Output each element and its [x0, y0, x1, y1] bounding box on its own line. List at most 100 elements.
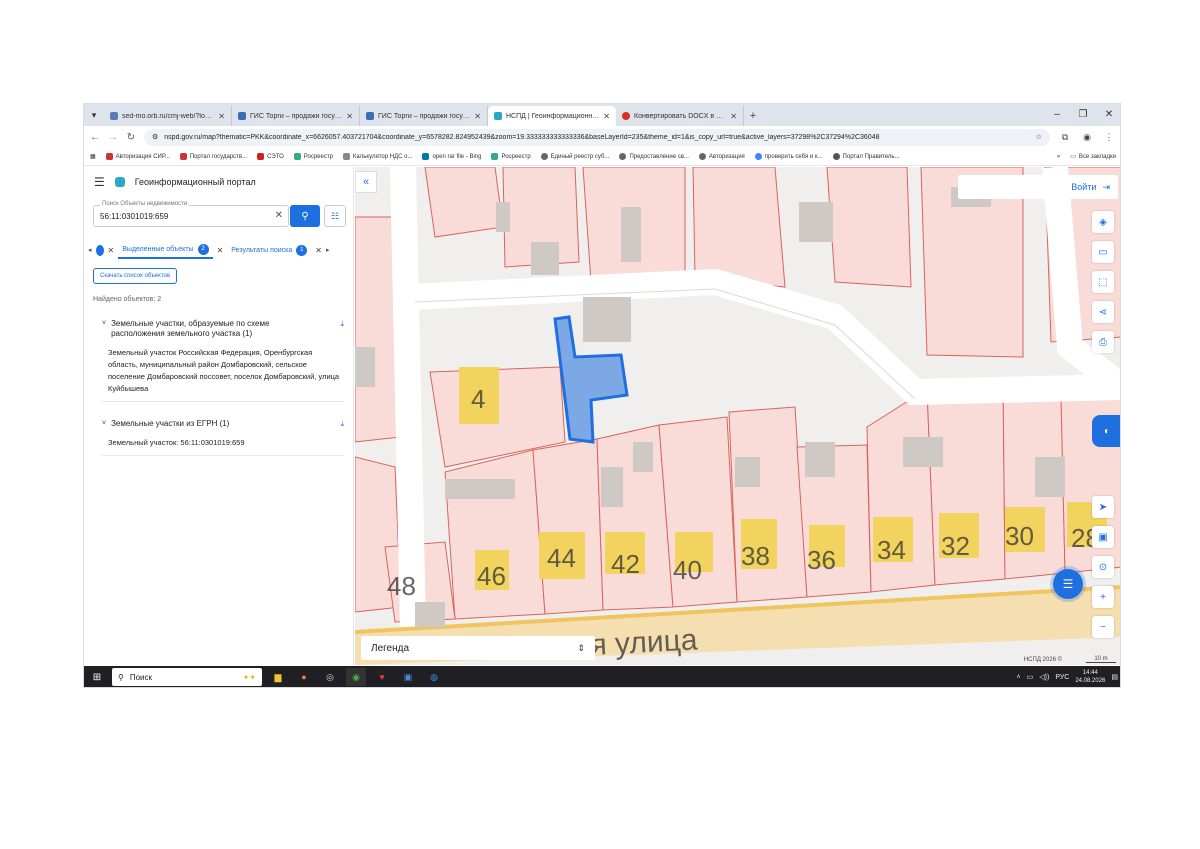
bookmark[interactable]: open rar file - Bing: [422, 153, 481, 160]
search-field[interactable]: Поиск Объекты недвижимости ✕: [93, 201, 289, 227]
chevron-down-icon[interactable]: ˅: [102, 419, 106, 429]
close-icon[interactable]: ✕: [346, 112, 353, 121]
zoom-in-button[interactable]: +: [1092, 586, 1114, 608]
chevron-up-icon[interactable]: ˄: [1017, 674, 1021, 681]
extensions-icon[interactable]: ⧉: [1058, 132, 1072, 143]
download-icon[interactable]: ⤓: [340, 419, 344, 429]
minimize-icon[interactable]: –: [1044, 104, 1070, 126]
taskbar-search[interactable]: ⚲ Поиск ✦✦: [112, 668, 262, 686]
new-tab-button[interactable]: +: [744, 106, 762, 126]
close-icon[interactable]: ✕: [217, 246, 224, 255]
bookmark[interactable]: Авторизация СИР...: [105, 153, 170, 160]
minimap-button[interactable]: ▣: [1092, 526, 1114, 548]
app-c-icon[interactable]: ◎: [320, 668, 340, 686]
legend-selector[interactable]: Легенда ⇕: [361, 636, 595, 660]
close-icon[interactable]: ✕: [603, 112, 610, 121]
map-canvas[interactable]: 4 44 42 40 38 36 34 32 30 28 46 48 я ули…: [355, 167, 1121, 665]
language-indicator[interactable]: РУС: [1055, 674, 1069, 681]
hamburger-menu-icon[interactable]: ☰: [94, 175, 105, 189]
geolocation-button[interactable]: ⊙: [1092, 556, 1114, 578]
chevron-down-icon[interactable]: ˅: [102, 319, 106, 339]
browser-tab[interactable]: sed-mo.orb.ru/cmj-web/?locale ✕: [104, 106, 232, 126]
list-item[interactable]: Земельный участок: 56:11:0301019:659: [102, 437, 344, 456]
scroll-left-icon[interactable]: ◂: [88, 246, 92, 254]
menu-icon[interactable]: ⋮: [1102, 132, 1116, 143]
close-icon[interactable]: ✕: [474, 112, 481, 121]
filter-button[interactable]: ☷: [324, 205, 346, 227]
app-blue-icon[interactable]: ▣: [398, 668, 418, 686]
list-item[interactable]: Земельный участок Российская Федерация, …: [102, 347, 344, 402]
parcel[interactable]: [444, 449, 546, 620]
search-button[interactable]: ⚲: [290, 205, 320, 227]
ruler-button[interactable]: ▭: [1092, 241, 1114, 263]
parcel[interactable]: [424, 167, 504, 238]
browser-tab-active[interactable]: НСПД | Геоинформационный ✕: [488, 106, 616, 126]
close-icon[interactable]: ✕: [218, 112, 225, 121]
group-header[interactable]: ˅ Земельные участки, образуемые по схеме…: [102, 319, 344, 339]
all-bookmarks[interactable]: ▭ Все закладки: [1070, 153, 1116, 161]
app-round-icon[interactable]: ◍: [424, 668, 444, 686]
browser-tab[interactable]: Конвертировать DOCX в JPG ✕: [616, 106, 744, 126]
browser-tab[interactable]: ГИС Торги – продажи государ ✕: [360, 106, 488, 126]
firefox-icon[interactable]: ●: [294, 668, 314, 686]
close-window-icon[interactable]: ✕: [1096, 104, 1120, 126]
download-list-button[interactable]: Скачать список объектов: [93, 268, 178, 284]
share-button[interactable]: ⋖: [1092, 301, 1114, 323]
network-icon[interactable]: ▭: [1027, 673, 1034, 681]
app-red-icon[interactable]: ♥: [372, 668, 392, 686]
bookmark[interactable]: Калькулятор НДС о...: [342, 153, 412, 160]
restore-icon[interactable]: ❐: [1070, 104, 1096, 126]
scroll-right-icon[interactable]: ▸: [326, 246, 330, 254]
close-icon[interactable]: ✕: [730, 112, 737, 121]
bookmark[interactable]: Портал государств...: [179, 153, 247, 160]
windows-start-icon[interactable]: ⊞: [88, 668, 106, 686]
bookmark[interactable]: Единый реестр суб...: [540, 153, 609, 160]
star-icon[interactable]: ☆: [1036, 133, 1042, 141]
forward-icon[interactable]: →: [108, 132, 118, 143]
browser-tab[interactable]: ГИС Торги – продажи государ ✕: [232, 106, 360, 126]
tab-search-results[interactable]: Результаты поиска 1: [227, 241, 311, 259]
bookmark[interactable]: Предоставление св...: [619, 153, 689, 160]
previous-tab-badge[interactable]: [95, 244, 104, 256]
clock[interactable]: 14:44 24.08.2026: [1075, 669, 1105, 685]
site-info-icon[interactable]: ⚙: [152, 133, 158, 141]
tab-selected-objects[interactable]: Выделенные объекты 2: [118, 241, 213, 259]
search-input[interactable]: [100, 212, 260, 221]
volume-icon[interactable]: ◁)): [1039, 673, 1049, 681]
bookmark[interactable]: Авторизация: [698, 153, 745, 160]
bookmark[interactable]: Портал Правитель...: [832, 153, 900, 160]
parcel[interactable]: [692, 167, 786, 288]
notification-icon[interactable]: ▤: [1111, 673, 1118, 681]
print-button[interactable]: ⎙: [1092, 331, 1114, 353]
zoom-out-button[interactable]: −: [1092, 616, 1114, 638]
url-bar[interactable]: ⚙ nspd.gov.ru/map?thematic=PKK&coordinat…: [144, 128, 1050, 146]
side-panel-tab[interactable]: ◐: [1092, 415, 1120, 447]
login-button[interactable]: Войти ⇥: [958, 175, 1118, 199]
bookmark[interactable]: Росреестр: [293, 153, 333, 160]
bookmark[interactable]: проверить себя и к...: [754, 153, 823, 160]
chat-button[interactable]: ☰: [1053, 569, 1083, 599]
more-bookmarks-icon[interactable]: »: [1057, 154, 1060, 160]
close-icon[interactable]: ✕: [108, 246, 115, 255]
parcel[interactable]: [532, 438, 604, 615]
apps-icon[interactable]: ▦: [90, 153, 96, 160]
bookmark[interactable]: Росреестр: [491, 153, 531, 160]
select-area-button[interactable]: ⬚: [1092, 271, 1114, 293]
file-explorer-icon[interactable]: ▆: [268, 668, 288, 686]
parcel[interactable]: [728, 406, 808, 603]
reload-icon[interactable]: ↻: [126, 132, 136, 143]
chrome-icon[interactable]: ◉: [346, 668, 366, 686]
bookmark[interactable]: СЭТО: [257, 153, 284, 160]
clear-icon[interactable]: ✕: [275, 210, 283, 221]
tab-search-icon[interactable]: ▾: [84, 104, 104, 126]
parcel[interactable]: [826, 167, 912, 288]
download-icon[interactable]: ⤓: [340, 319, 344, 339]
profile-icon[interactable]: ◉: [1080, 132, 1094, 143]
collapse-panel-button[interactable]: «: [355, 171, 377, 193]
group-header[interactable]: ˅ Земельные участки из ЕГРН (1) ⤓: [102, 419, 344, 429]
back-icon[interactable]: ←: [90, 132, 100, 143]
locate-button[interactable]: ➤: [1092, 496, 1114, 518]
close-icon[interactable]: ✕: [315, 246, 322, 255]
layers-button[interactable]: ◈: [1092, 211, 1114, 233]
map-view[interactable]: 4 44 42 40 38 36 34 32 30 28 46 48 я ули…: [355, 167, 1121, 665]
